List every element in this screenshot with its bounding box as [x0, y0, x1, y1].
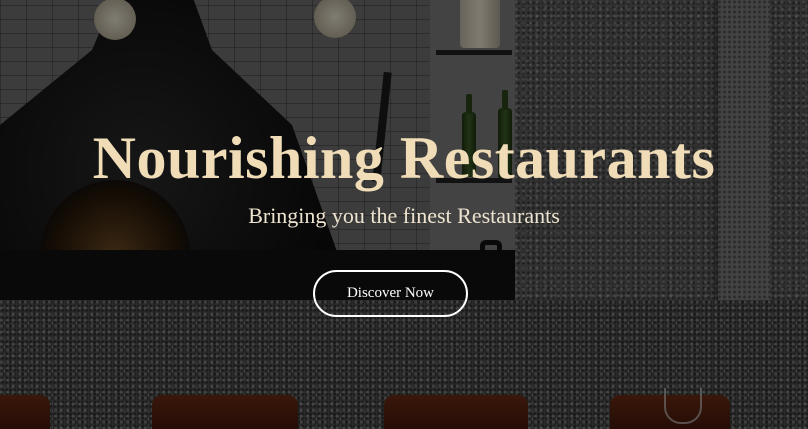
hero-content: Nourishing Restaurants Bringing you the … [0, 0, 808, 429]
discover-now-button[interactable]: Discover Now [313, 270, 468, 317]
hero-subtitle: Bringing you the finest Restaurants [248, 203, 560, 228]
hero-section: Nourishing Restaurants Bringing you the … [0, 0, 808, 429]
hero-title: Nourishing Restaurants [92, 125, 716, 191]
